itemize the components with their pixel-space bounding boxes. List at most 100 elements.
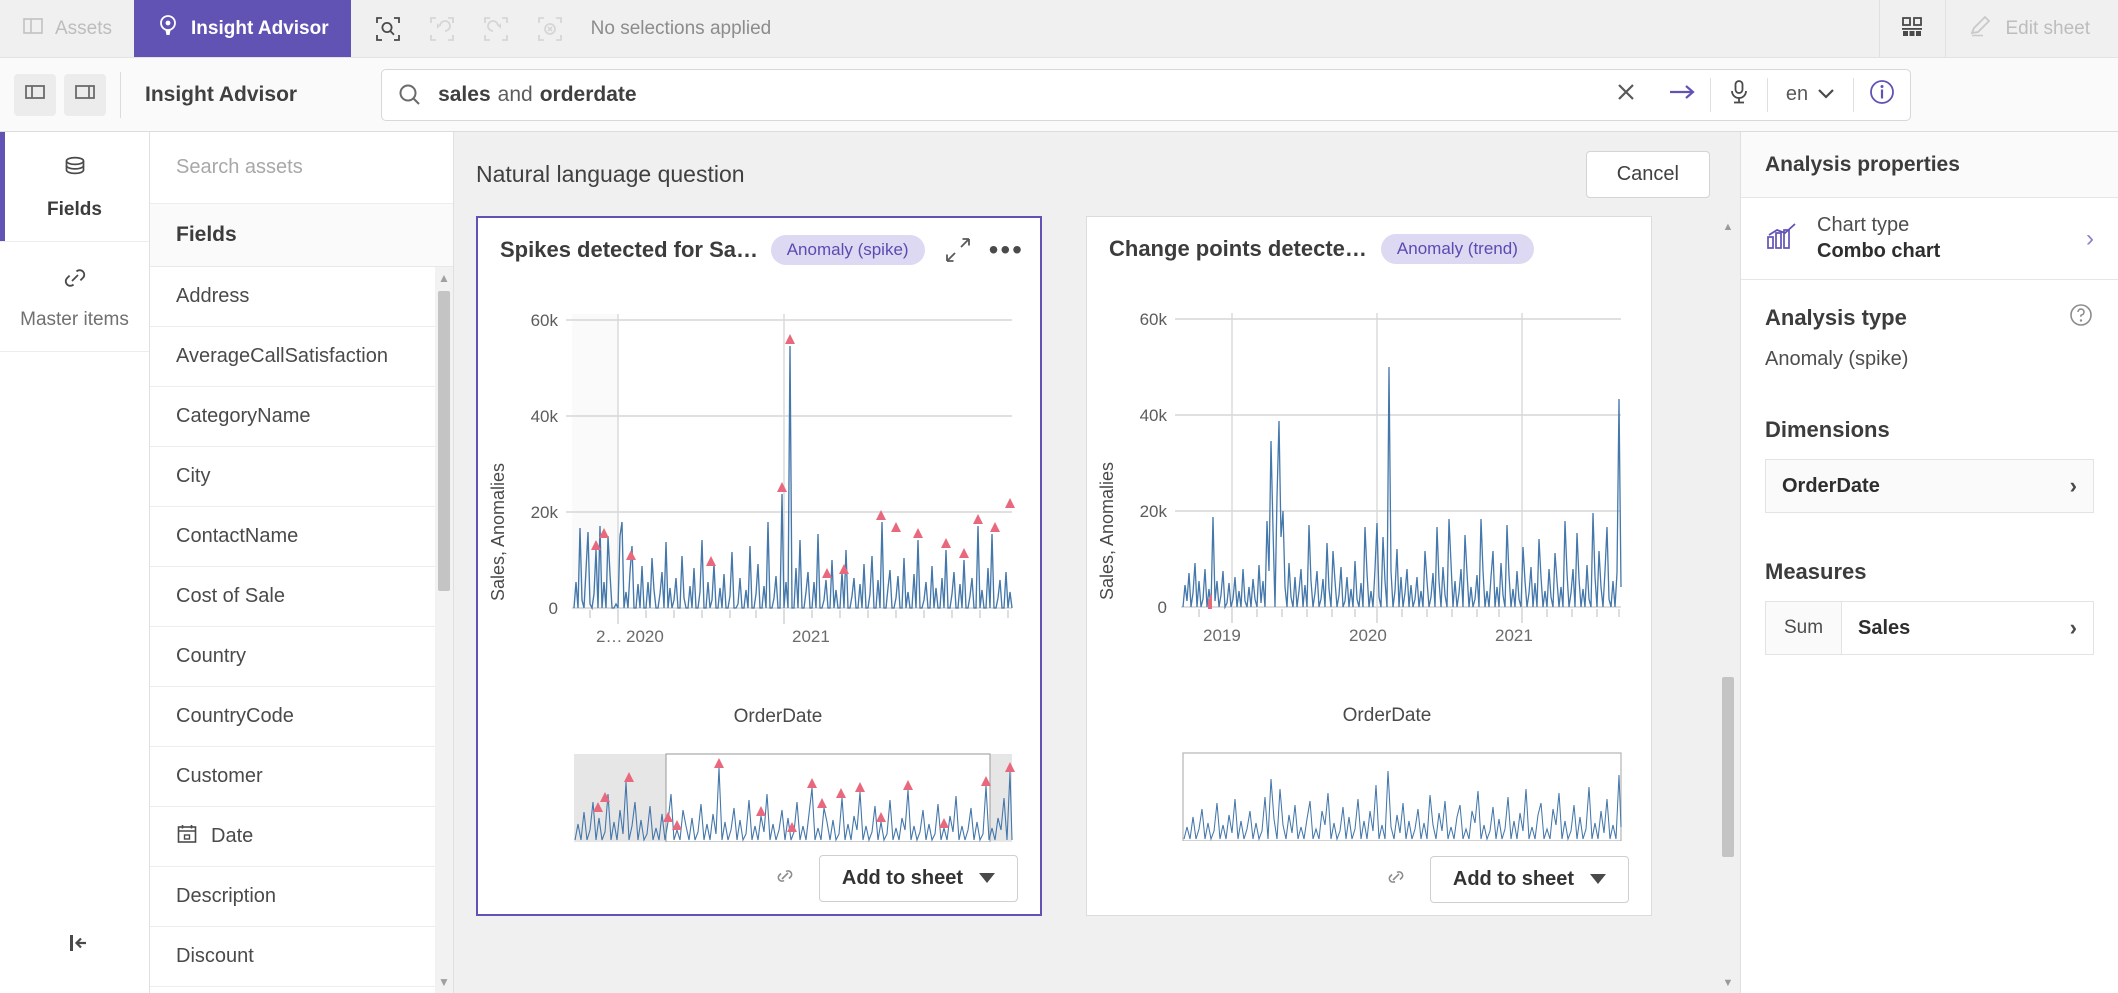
more-options-icon[interactable]: ••• [989, 236, 1024, 264]
sidebar-item-master-items-label: Master items [20, 308, 129, 330]
chart-spikes[interactable]: Sales, Anomalies 60k 40k 20k 0 2… 2020 2… [478, 282, 1040, 842]
submit-search-button[interactable] [1654, 70, 1710, 120]
assets-scroll-thumb[interactable] [438, 291, 450, 591]
field-label: Date [211, 825, 254, 847]
expand-icon[interactable] [945, 237, 971, 263]
chevron-down-icon [1590, 874, 1606, 884]
sidebar-item-master-items[interactable]: Master items [0, 242, 149, 352]
list-item[interactable]: ContactName [150, 507, 453, 567]
chart-type-row[interactable]: Chart type Combo chart › [1741, 198, 2118, 280]
info-circle-icon [1868, 78, 1896, 111]
chain-link-icon[interactable] [773, 864, 797, 893]
y-tick-label: 40k [1140, 406, 1168, 425]
measures-label: Measures [1765, 559, 1867, 584]
insight-card-header: Change points detecte… Anomaly (trend) [1087, 217, 1651, 281]
y-tick-label: 20k [531, 503, 559, 522]
dimensions-section: Dimensions [1741, 371, 2118, 443]
selection-search-icon[interactable] [361, 0, 415, 58]
field-label: City [176, 465, 211, 487]
nav-tab-insight-advisor-label: Insight Advisor [191, 17, 329, 39]
link-icon [60, 263, 90, 299]
chevron-down-icon [979, 873, 995, 883]
field-label: ContactName [176, 525, 299, 547]
sidebar-item-fields[interactable]: Fields [0, 132, 149, 242]
nlq-search-box[interactable]: sales and orderdate en [381, 68, 1912, 121]
field-label: Cost of Sale [176, 585, 285, 607]
top-toolbar-right: Edit sheet [1878, 0, 2118, 57]
x-axis-label: OrderDate [734, 706, 823, 727]
info-button[interactable] [1854, 70, 1910, 120]
search-input[interactable]: sales and orderdate [438, 70, 1598, 120]
voice-input-button[interactable] [1711, 70, 1767, 120]
measure-item-sales[interactable]: Sum Sales › [1765, 601, 2094, 655]
add-to-sheet-button[interactable]: Add to sheet [1429, 855, 1629, 903]
step-forward-icon[interactable] [469, 0, 523, 58]
add-to-sheet-button[interactable]: Add to sheet [818, 854, 1018, 902]
chart-change-points[interactable]: Sales, Anomalies 60k 40k 20k 0 2019 2020… [1087, 281, 1651, 843]
clear-selections-icon[interactable] [523, 0, 577, 58]
x-tick-label: 2021 [792, 627, 830, 646]
list-item[interactable]: Cost of Sale [150, 567, 453, 627]
list-item[interactable]: Discount [150, 927, 453, 987]
x-tick-label: 2019 [1203, 626, 1241, 645]
list-item[interactable]: Date [150, 807, 453, 867]
insight-card-footer: Add to sheet [1087, 843, 1651, 915]
list-item[interactable]: Description [150, 867, 453, 927]
toggle-right-panel-button[interactable] [64, 73, 106, 116]
nav-tab-assets[interactable]: Assets [0, 0, 134, 57]
step-back-icon[interactable] [415, 0, 469, 58]
field-label: Address [176, 285, 250, 307]
list-item[interactable]: City [150, 447, 453, 507]
scroll-up-icon[interactable]: ▲ [1723, 218, 1734, 237]
search-token-1: sales [438, 82, 491, 106]
toggle-left-panel-button[interactable] [14, 73, 56, 116]
search-assets-input[interactable]: Search assets [150, 132, 453, 204]
main-scroll-track[interactable] [1722, 237, 1734, 974]
edit-sheet-label: Edit sheet [2005, 17, 2091, 39]
nav-tab-insight-advisor[interactable]: Insight Advisor [134, 0, 351, 57]
scroll-down-icon[interactable]: ▼ [438, 971, 450, 993]
status-badge: Anomaly (trend) [1380, 234, 1534, 264]
assets-field-list[interactable]: Address AverageCallSatisfaction Category… [150, 267, 453, 993]
sheet-grid-button[interactable] [1878, 0, 1945, 57]
list-item[interactable]: Country [150, 627, 453, 687]
main-scroll-thumb[interactable] [1722, 677, 1734, 857]
panel-left-toggle-icon [23, 80, 47, 109]
top-toolbar: Assets Insight Advisor No selections app… [0, 0, 2118, 58]
collapse-panel-button[interactable] [0, 897, 149, 993]
list-item[interactable]: CategoryName [150, 387, 453, 447]
chain-link-icon[interactable] [1384, 865, 1408, 894]
insight-cards-area: Spikes detected for Sa… Anomaly (spike) … [454, 216, 1740, 993]
list-item[interactable]: CountryCode [150, 687, 453, 747]
x-tick-label: 2020 [1349, 626, 1387, 645]
add-to-sheet-label: Add to sheet [1452, 867, 1574, 890]
panel-toggle-group [0, 73, 120, 116]
combo-chart-icon [1765, 221, 1799, 256]
y-axis-label: Sales, Anomalies [488, 463, 508, 601]
language-selector[interactable]: en [1768, 70, 1853, 120]
status-badge: Anomaly (spike) [770, 235, 925, 265]
analysis-type-section: Analysis type Anomaly (spike) [1741, 280, 2118, 371]
list-item[interactable]: AverageCallSatisfaction [150, 327, 453, 387]
scroll-down-icon[interactable]: ▼ [1723, 974, 1734, 993]
main-header-title: Natural language question [476, 160, 745, 187]
assets-scrollbar[interactable]: ▲ ▼ [435, 267, 453, 993]
chevron-right-icon: › [2069, 602, 2093, 654]
chevron-right-icon: › [2086, 224, 2094, 252]
edit-sheet-button[interactable]: Edit sheet [1944, 0, 2118, 57]
clear-search-button[interactable] [1598, 70, 1654, 120]
dimension-item-orderdate[interactable]: OrderDate › [1765, 459, 2094, 513]
list-item[interactable]: Address [150, 267, 453, 327]
insight-card-header: Spikes detected for Sa… Anomaly (spike) … [478, 218, 1040, 282]
cancel-button[interactable]: Cancel [1585, 150, 1710, 198]
insight-card-title: Change points detecte… [1109, 236, 1367, 261]
insight-card-spikes[interactable]: Spikes detected for Sa… Anomaly (spike) … [476, 216, 1042, 916]
insight-card-change-points[interactable]: Change points detecte… Anomaly (trend) S… [1086, 216, 1652, 916]
scroll-up-icon[interactable]: ▲ [438, 267, 450, 289]
insight-card-title: Spikes detected for Sa… [500, 237, 757, 262]
help-circle-icon[interactable] [2068, 302, 2094, 334]
y-tick-label: 0 [1158, 598, 1167, 617]
list-item[interactable]: Customer [150, 747, 453, 807]
main-scrollbar[interactable]: ▲ ▼ [1720, 218, 1736, 993]
analysis-type-heading: Analysis type [1765, 302, 2094, 334]
